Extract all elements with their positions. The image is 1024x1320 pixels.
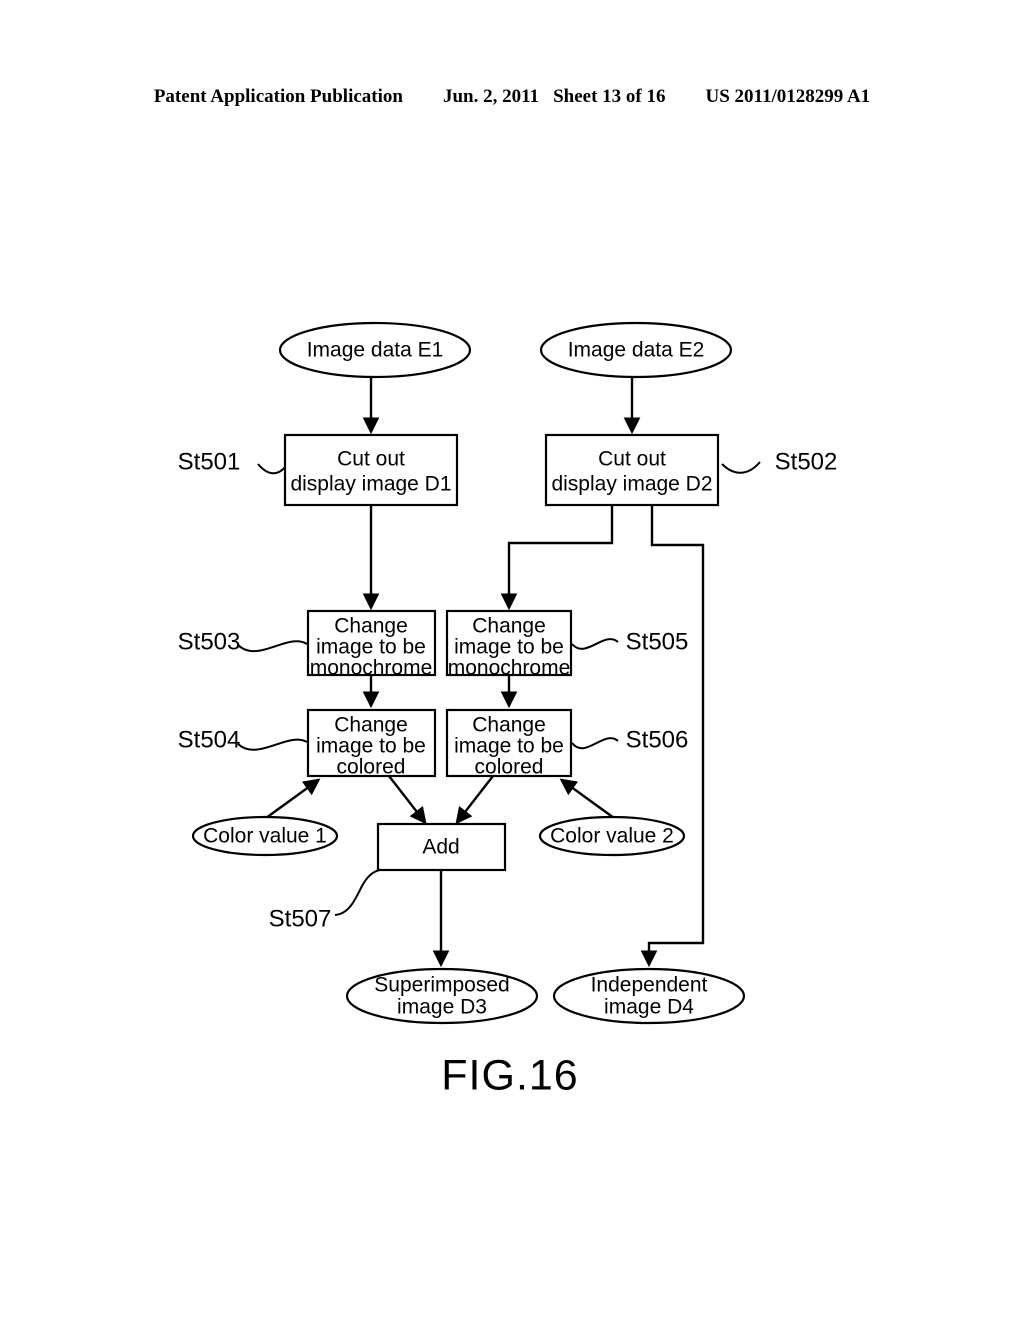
edge-st502-to-st505 <box>500 505 614 611</box>
node-label-st503-line1: Change <box>334 615 408 638</box>
leader-st506 <box>571 737 619 750</box>
node-label-st502-line2: display image D2 <box>551 473 712 496</box>
node-image-data-e1[interactable]: Image data E1 <box>278 321 472 379</box>
node-label-st506-line2: image to be <box>454 735 564 758</box>
leader-st507 <box>334 869 381 916</box>
node-image-data-e2[interactable]: Image data E2 <box>539 321 733 379</box>
node-label-st504-line3: colored <box>337 756 406 779</box>
node-label-e2: Image data E2 <box>568 339 705 362</box>
step-label-st502: St502 <box>775 448 838 475</box>
edge-st504-to-add <box>388 775 427 825</box>
node-color-value-1[interactable]: Color value 1 <box>191 815 339 857</box>
leader-st503 <box>237 640 308 653</box>
edge-cv1-to-st504 <box>265 778 321 819</box>
node-superimposed-image-d3[interactable]: Superimposed image D3 <box>345 967 539 1025</box>
node-label-st501-line2: display image D1 <box>290 473 451 496</box>
node-label-st503-line2: image to be <box>316 636 426 659</box>
step-label-st507: St507 <box>269 905 332 932</box>
node-label-st504-line2: image to be <box>316 735 426 758</box>
edge-cv2-to-st506 <box>559 778 615 819</box>
node-st504-change-image-to-be-colored[interactable]: Change image to be colored <box>306 708 437 779</box>
node-label-st504-line1: Change <box>334 714 408 737</box>
node-label-st501-line1: Cut out <box>337 448 405 471</box>
node-label-cv1: Color value 1 <box>203 825 327 848</box>
step-label-st504: St504 <box>178 726 241 753</box>
node-independent-image-d4[interactable]: Independent image D4 <box>552 967 746 1025</box>
node-label-e1: Image data E1 <box>307 339 444 362</box>
figure-caption: FIG.16 <box>441 1051 578 1099</box>
node-st501-cut-out-display-image-d1[interactable]: Cut out display image D1 <box>283 433 459 507</box>
patent-figure-page: Patent Application Publication Jun. 2, 2… <box>0 0 1024 1320</box>
node-label-st502-line1: Cut out <box>598 448 666 471</box>
node-label-st505-line1: Change <box>472 615 546 638</box>
node-label-d3-line1: Superimposed <box>374 974 509 997</box>
node-label-st505-line3: monochrome <box>448 657 571 680</box>
node-st505-change-image-to-be-monochrome[interactable]: Change image to be monochrome <box>445 609 573 680</box>
step-label-st501: St501 <box>178 448 241 475</box>
node-st506-change-image-to-be-colored[interactable]: Change image to be colored <box>445 708 573 779</box>
step-label-st503: St503 <box>178 628 241 655</box>
node-label-st503-line3: monochrome <box>310 657 433 680</box>
node-st502-cut-out-display-image-d2[interactable]: Cut out display image D2 <box>544 433 720 507</box>
node-label-cv2: Color value 2 <box>550 825 674 848</box>
leader-st502 <box>721 461 761 474</box>
edge-st506-to-add <box>455 775 494 825</box>
node-label-d4-line1: Independent <box>591 974 708 997</box>
node-label-d3-line2: image D3 <box>397 996 487 1019</box>
node-label-add: Add <box>422 836 459 859</box>
node-color-value-2[interactable]: Color value 2 <box>538 815 686 857</box>
node-label-st505-line2: image to be <box>454 636 564 659</box>
node-st507-add[interactable]: Add <box>376 822 507 872</box>
node-label-st506-line1: Change <box>472 714 546 737</box>
leader-st504 <box>237 738 308 751</box>
step-label-st506: St506 <box>626 726 689 753</box>
leader-st501 <box>257 463 287 475</box>
step-label-st505: St505 <box>626 628 689 655</box>
node-label-d4-line2: image D4 <box>604 996 694 1019</box>
leader-st505 <box>571 638 619 650</box>
node-label-st506-line3: colored <box>475 756 544 779</box>
flowchart-diagram: Image data E1 Image data E2 Cut out disp… <box>178 321 838 1099</box>
node-st503-change-image-to-be-monochrome[interactable]: Change image to be monochrome <box>306 609 437 680</box>
